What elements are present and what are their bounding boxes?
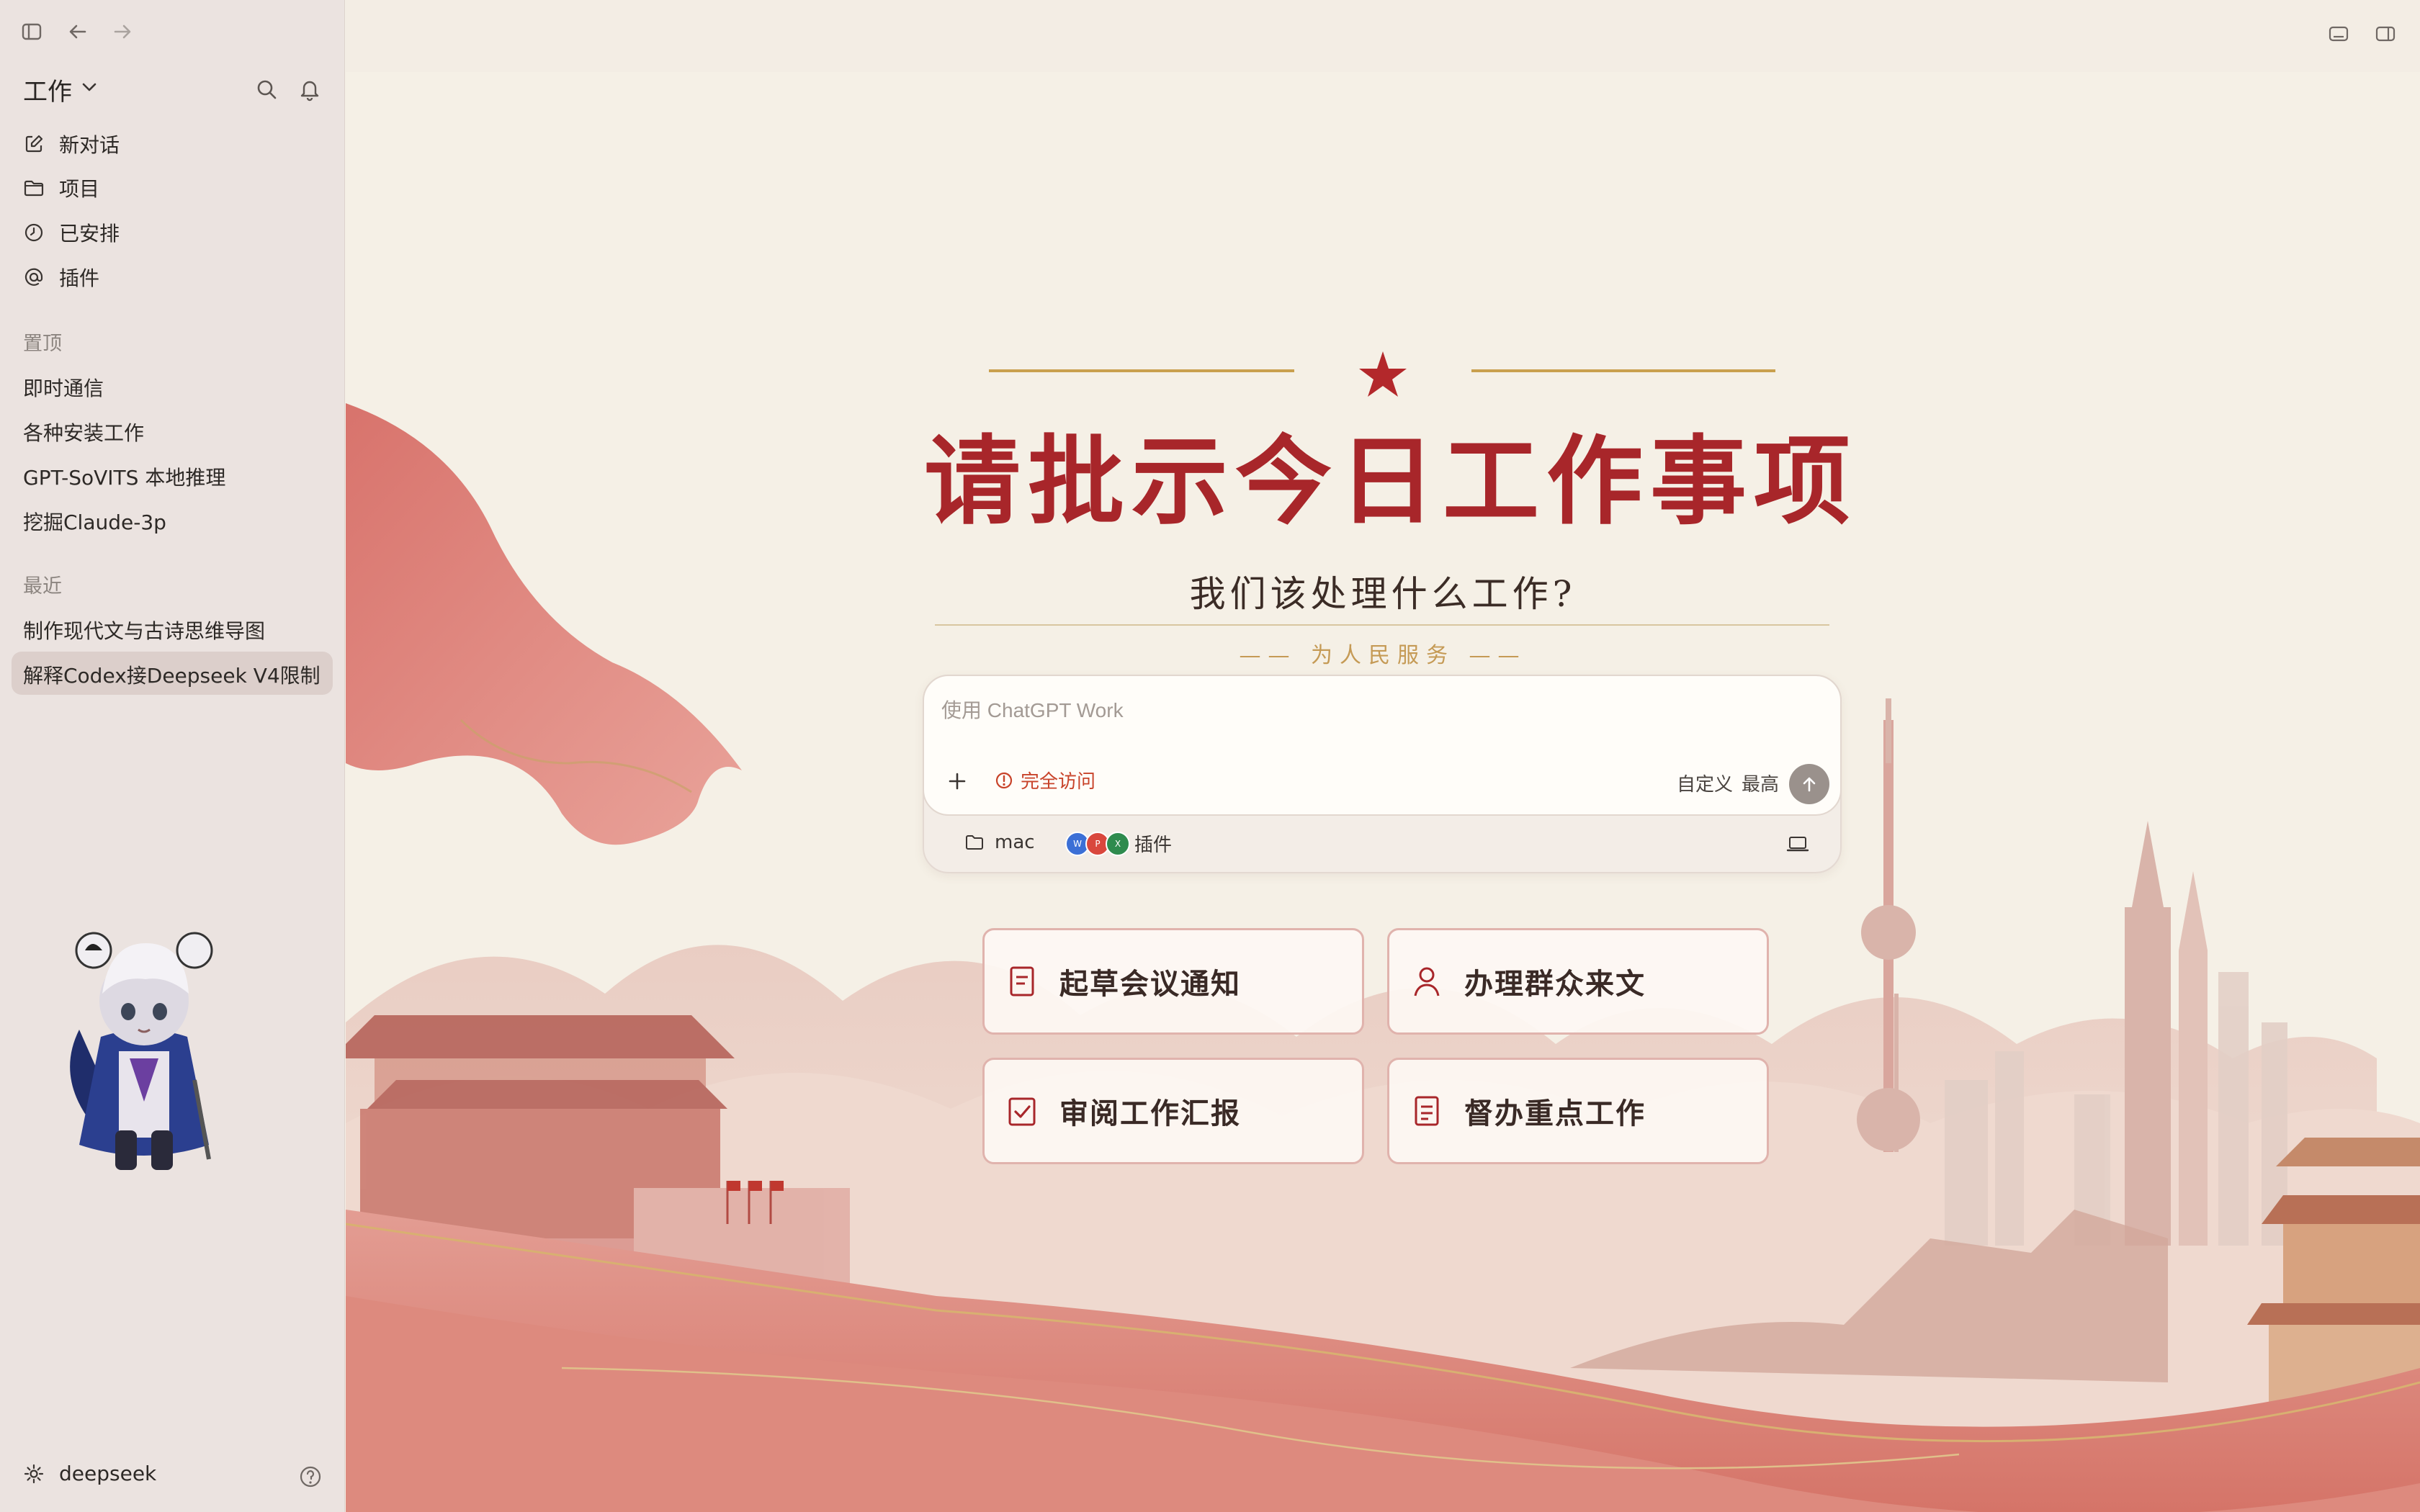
full-access-button[interactable]: 完全访问 [995,767,1095,793]
document-icon [1010,966,1034,996]
checkbox-icon [1008,1097,1036,1126]
right-panel-toggle-icon[interactable] [2373,22,2398,46]
clock-icon [24,223,43,242]
quick-action-handle-letters[interactable]: 办理群众来文 [1387,928,1769,1035]
main-area: 请批示今日工作事项 我们该处理什么工作? —— 为人民服务 —— 完全访问 自定… [346,0,2420,1512]
sidebar-item-label: 新对话 [59,133,120,157]
reasoning-level-button[interactable]: 最高 [1742,770,1779,796]
folder-icon [966,835,983,850]
prompt-input[interactable] [940,692,1735,729]
pinned-chat-item[interactable]: GPT-SoVITS 本地推理 [23,462,225,491]
person-icon [1414,967,1440,996]
folder-icon [24,180,44,197]
motto-text: —— 为人民服务 —— [1239,643,1527,668]
forward-arrow-icon[interactable] [109,19,135,45]
back-arrow-icon[interactable] [65,19,91,45]
account-button[interactable]: deepseek [23,1462,156,1485]
plugins-label: 插件 [1134,834,1173,856]
at-icon [24,268,43,286]
plugins-selector[interactable]: W P X 插件 [1065,830,1172,857]
pinned-chat-item[interactable]: 挖掘Claude-3p [23,507,166,536]
workspace-selector[interactable]: 工作 [23,72,72,107]
arrow-up-icon [1803,777,1816,792]
sidebar-item-label: 已安排 [59,222,120,246]
pinned-chat-item[interactable]: 即时通信 [23,373,104,402]
send-button[interactable] [1789,764,1829,804]
sidebar-item-label: 插件 [59,266,100,290]
plus-icon[interactable] [944,768,970,794]
quick-action-draft-notice[interactable]: 起草会议通知 [982,928,1364,1035]
gear-icon [24,1464,44,1483]
environment-bar: mac W P X 插件 [924,817,1843,873]
help-icon[interactable] [298,1464,323,1489]
recent-chat-item-active[interactable]: 解释Codex接Deepseek V4限制 [23,660,321,689]
composer-panel: 完全访问 自定义 最高 mac W P X 插件 [923,675,1842,873]
sidebar-item-plugins[interactable]: 插件 [23,258,99,296]
mascot-character-image [70,932,213,1170]
recent-chat-item[interactable]: 制作现代文与古诗思维导图 [23,616,265,644]
full-access-label: 完全访问 [1021,771,1096,793]
page-subtitle: 我们该处理什么工作? [1189,573,1577,615]
folder-selector[interactable]: mac [964,832,1035,853]
pinned-chat-item[interactable]: 各种安装工作 [23,418,144,446]
laptop-icon[interactable] [1785,833,1810,855]
card-label: 审阅工作汇报 [1059,1097,1241,1130]
warning-icon [995,772,1013,788]
quick-action-review-report[interactable]: 审阅工作汇报 [982,1058,1364,1164]
sidebar-item-scheduled[interactable]: 已安排 [23,214,120,251]
sidebar-item-projects[interactable]: 项目 [23,169,99,207]
page-title: 请批示今日工作事项 [924,424,1858,538]
card-label: 起草会议通知 [1059,968,1241,1001]
chevron-down-icon[interactable] [81,81,97,93]
account-name: deepseek [59,1462,157,1485]
sidebar-toggle-icon[interactable] [19,19,45,45]
folder-label: mac [995,832,1035,853]
window-minimize-icon[interactable] [2326,22,2351,46]
pinned-section-label: 置顶 [23,333,62,355]
recent-section-label: 最近 [23,575,62,598]
composer: 完全访问 自定义 最高 [923,675,1842,816]
sidebar: 工作 新对话 项目 已安排 插件 置顶 即时通信 各种安装工作 GPT-SoVI… [0,0,345,1512]
quick-action-supervise-work[interactable]: 督办重点工作 [1387,1058,1769,1164]
bell-icon[interactable] [297,76,323,102]
sheet-plugin-icon: X [1106,831,1130,856]
sidebar-item-label: 项目 [59,177,100,201]
card-label: 督办重点工作 [1464,1097,1646,1130]
document-icon [1415,1096,1439,1126]
plugin-icons: W P X [1065,831,1130,856]
sidebar-item-new-chat[interactable]: 新对话 [23,125,120,163]
search-icon[interactable] [254,76,279,102]
card-label: 办理群众来文 [1464,968,1646,1001]
edit-icon [25,135,43,153]
custom-mode-button[interactable]: 自定义 [1677,770,1733,796]
